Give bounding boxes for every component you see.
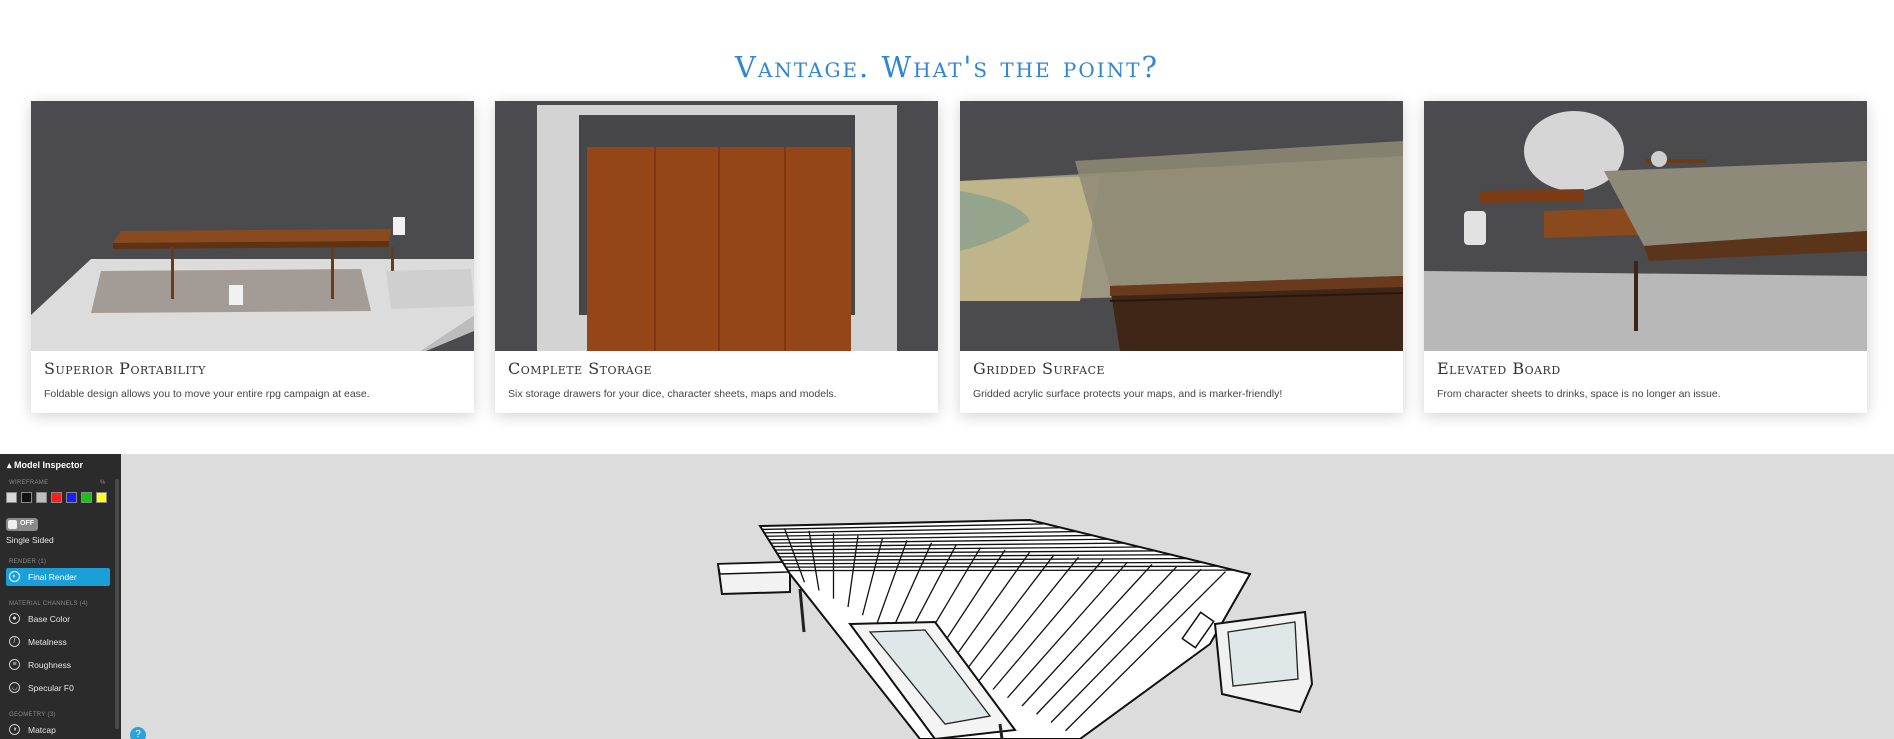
item-label: Base Color: [28, 614, 71, 624]
card-description: Six storage drawers for your dice, chara…: [508, 388, 837, 400]
card-description: Foldable design allows you to move your …: [44, 388, 370, 400]
geometry-item-matcap[interactable]: ◑ Matcap: [6, 721, 110, 739]
card-title: Elevated Board: [1437, 359, 1561, 378]
render-icon: ◐: [9, 571, 20, 582]
toggle-state: OFF: [20, 520, 34, 527]
matcap-icon: ◑: [9, 724, 20, 735]
collapse-icon[interactable]: ▴: [7, 460, 14, 470]
item-label: Final Render: [28, 572, 77, 582]
item-label: Matcap: [28, 725, 56, 735]
card-title: Gridded Surface: [973, 359, 1106, 378]
card-title: Superior Portability: [44, 359, 206, 378]
wireframe-color-swatch[interactable]: [6, 492, 17, 503]
wireframe-color-swatch[interactable]: [21, 492, 32, 503]
render-section-label: RENDER (1): [9, 559, 47, 565]
palette-icon: ●: [9, 613, 20, 624]
wireframe-model[interactable]: [0, 454, 1894, 739]
card-description: From character sheets to drinks, space i…: [1437, 388, 1721, 400]
card-description: Gridded acrylic surface protects your ma…: [973, 388, 1283, 400]
model-inspector-panel: ▴ Model Inspector WIREFRAME % OFF Single…: [0, 454, 121, 739]
material-item-specular[interactable]: ◡ Specular F0: [6, 679, 110, 697]
item-label: Specular F0: [28, 683, 74, 693]
item-label: Metalness: [28, 637, 67, 647]
card-image-gridded: [960, 101, 1403, 351]
render-item-final-render[interactable]: ◐ Final Render: [6, 568, 110, 586]
card-title: Complete Storage: [508, 359, 653, 378]
material-item-roughness[interactable]: ≡ Roughness: [6, 656, 110, 674]
roughness-icon: ≡: [9, 659, 20, 670]
material-section-label: MATERIAL CHANNELS (4): [9, 601, 88, 607]
single-sided-label: Single Sided: [6, 535, 54, 545]
material-item-base-color[interactable]: ● Base Color: [6, 610, 110, 628]
wireframe-color-swatch[interactable]: [51, 492, 62, 503]
geometry-section-label: GEOMETRY (3): [9, 712, 56, 718]
feature-card-portability: Superior Portability Foldable design all…: [31, 101, 474, 413]
wireframe-color-swatch[interactable]: [96, 492, 107, 503]
toggle-knob: [8, 520, 17, 529]
feature-card-storage: Complete Storage Six storage drawers for…: [495, 101, 938, 413]
single-sided-toggle[interactable]: OFF: [6, 518, 38, 531]
panel-scrollbar[interactable]: [115, 479, 119, 729]
inspector-title[interactable]: ▴ Model Inspector: [7, 460, 83, 471]
specular-icon: ◡: [9, 682, 20, 693]
item-label: Roughness: [28, 660, 72, 670]
card-image-elevated: [1424, 101, 1867, 351]
wireframe-section-label: WIREFRAME: [9, 480, 49, 486]
model-viewer[interactable]: ▴ Model Inspector WIREFRAME % OFF Single…: [0, 454, 1894, 739]
card-image-portability: [31, 101, 474, 351]
wireframe-value: %: [100, 480, 106, 486]
help-icon[interactable]: ?: [130, 727, 146, 739]
wireframe-color-swatch[interactable]: [66, 492, 77, 503]
metalness-icon: /: [9, 636, 20, 647]
section-title: Vantage. What's the point?: [734, 50, 1160, 84]
wireframe-color-swatch[interactable]: [36, 492, 47, 503]
material-item-metalness[interactable]: / Metalness: [6, 633, 110, 651]
feature-card-gridded: Gridded Surface Gridded acrylic surface …: [960, 101, 1403, 413]
wireframe-color-swatch[interactable]: [81, 492, 92, 503]
feature-card-elevated: Elevated Board From character sheets to …: [1424, 101, 1867, 413]
card-image-storage: [495, 101, 938, 351]
